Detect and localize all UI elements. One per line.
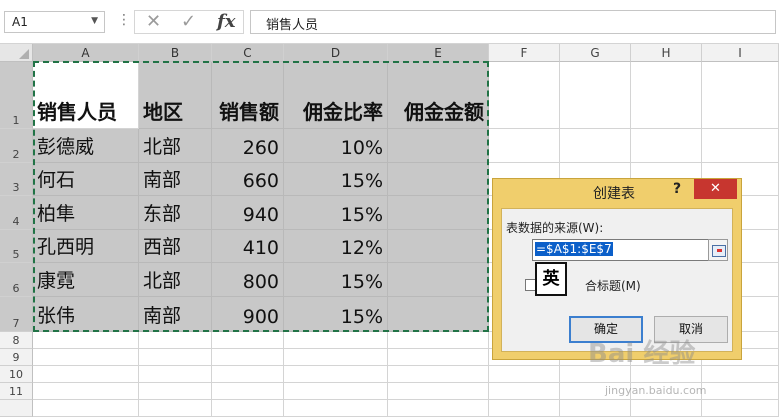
- cell-f10[interactable]: [489, 366, 560, 383]
- help-icon[interactable]: ?: [673, 181, 681, 197]
- cell-h2[interactable]: [631, 129, 702, 163]
- row-number: 1: [12, 114, 20, 127]
- range-input[interactable]: =$A$1:$E$7: [532, 239, 710, 261]
- row-number: 7: [12, 317, 20, 330]
- range-select-icon: [712, 245, 726, 257]
- row-header-6[interactable]: 6: [0, 263, 33, 297]
- column-header-c[interactable]: C: [212, 44, 284, 62]
- row-number: 10: [9, 368, 23, 381]
- cell-e10[interactable]: [388, 366, 489, 383]
- column-header-g[interactable]: G: [560, 44, 631, 62]
- row-header-10[interactable]: 10: [0, 366, 33, 383]
- cell-c12[interactable]: [212, 400, 284, 417]
- row-header-8[interactable]: 8: [0, 332, 33, 349]
- cell-e12[interactable]: [388, 400, 489, 417]
- row-header-1[interactable]: 1: [0, 62, 33, 129]
- row-number: 9: [12, 351, 20, 364]
- cell-a8[interactable]: [33, 332, 139, 349]
- cell-g12[interactable]: [560, 400, 631, 417]
- cell-c10[interactable]: [212, 366, 284, 383]
- cell-f12[interactable]: [489, 400, 560, 417]
- row-header-5[interactable]: 5: [0, 230, 33, 263]
- column-header-e[interactable]: E: [388, 44, 489, 62]
- row-number: 2: [12, 148, 20, 161]
- row-number: 8: [12, 334, 20, 347]
- column-header-b[interactable]: B: [139, 44, 212, 62]
- cancel-icon[interactable]: ✕: [146, 11, 161, 32]
- cell-d8[interactable]: [284, 332, 388, 349]
- column-header-i[interactable]: I: [702, 44, 779, 62]
- header-checkbox-label: 合标题(M): [585, 279, 641, 293]
- name-box[interactable]: A1 ▼: [4, 11, 105, 33]
- watermark-url: jingyan.baidu.com: [605, 384, 707, 397]
- cell-d12[interactable]: [284, 400, 388, 417]
- cell-d10[interactable]: [284, 366, 388, 383]
- range-value: =$A$1:$E$7: [535, 242, 613, 256]
- enter-icon[interactable]: ✓: [181, 11, 196, 32]
- collapse-dialog-button[interactable]: [708, 239, 728, 261]
- column-header-h[interactable]: H: [631, 44, 702, 62]
- cell-e11[interactable]: [388, 383, 489, 400]
- column-header-d[interactable]: D: [284, 44, 388, 62]
- more-options-icon[interactable]: ⋮: [117, 12, 131, 28]
- cell-a12[interactable]: [33, 400, 139, 417]
- cell-e8[interactable]: [388, 332, 489, 349]
- insert-function-icon[interactable]: fx: [217, 11, 235, 32]
- cell-c9[interactable]: [212, 349, 284, 366]
- cell-a9[interactable]: [33, 349, 139, 366]
- cell-i12[interactable]: [702, 400, 779, 417]
- row-header-9[interactable]: 9: [0, 349, 33, 366]
- ime-indicator: 英: [535, 262, 567, 296]
- cell-h1[interactable]: [631, 62, 702, 129]
- cell-a11[interactable]: [33, 383, 139, 400]
- cell-b10[interactable]: [139, 366, 212, 383]
- row-number: 11: [9, 385, 23, 398]
- cell-g1[interactable]: [560, 62, 631, 129]
- row-number: 3: [12, 181, 20, 194]
- cell-b9[interactable]: [139, 349, 212, 366]
- cell-c11[interactable]: [212, 383, 284, 400]
- row-number: 4: [12, 215, 20, 228]
- column-header-a[interactable]: A: [33, 44, 139, 62]
- watermark-logo: Bai 经验: [588, 339, 696, 369]
- row-header-2[interactable]: 2: [0, 129, 33, 163]
- row-header-3[interactable]: 3: [0, 163, 33, 196]
- cell-d9[interactable]: [284, 349, 388, 366]
- cell-c8[interactable]: [212, 332, 284, 349]
- row-header-12[interactable]: [0, 400, 33, 417]
- close-icon[interactable]: ✕: [694, 179, 737, 199]
- cell-b11[interactable]: [139, 383, 212, 400]
- cell-g2[interactable]: [560, 129, 631, 163]
- cell-f2[interactable]: [489, 129, 560, 163]
- cell-b8[interactable]: [139, 332, 212, 349]
- cell-i10[interactable]: [702, 366, 779, 383]
- cell-h12[interactable]: [631, 400, 702, 417]
- formula-buttons: ✕ ✓ fx: [134, 10, 244, 34]
- row-header-11[interactable]: 11: [0, 383, 33, 400]
- formula-input[interactable]: 销售人员: [250, 10, 776, 34]
- copy-marquee: [33, 61, 489, 332]
- row-number: 5: [12, 248, 20, 261]
- cell-a10[interactable]: [33, 366, 139, 383]
- cell-d11[interactable]: [284, 383, 388, 400]
- row-header-4[interactable]: 4: [0, 196, 33, 230]
- cell-i2[interactable]: [702, 129, 779, 163]
- cell-e9[interactable]: [388, 349, 489, 366]
- name-box-value: A1: [12, 15, 28, 29]
- cell-b12[interactable]: [139, 400, 212, 417]
- cell-f1[interactable]: [489, 62, 560, 129]
- dialog-title: 创建表: [593, 186, 635, 202]
- row-number: 6: [12, 282, 20, 295]
- cell-f11[interactable]: [489, 383, 560, 400]
- cell-i11[interactable]: [702, 383, 779, 400]
- row-header-7[interactable]: 7: [0, 297, 33, 332]
- select-all-triangle-icon: [19, 49, 29, 59]
- cell-i1[interactable]: [702, 62, 779, 129]
- column-header-f[interactable]: F: [489, 44, 560, 62]
- chevron-down-icon[interactable]: ▼: [91, 16, 98, 26]
- source-label: 表数据的来源(W):: [506, 221, 604, 235]
